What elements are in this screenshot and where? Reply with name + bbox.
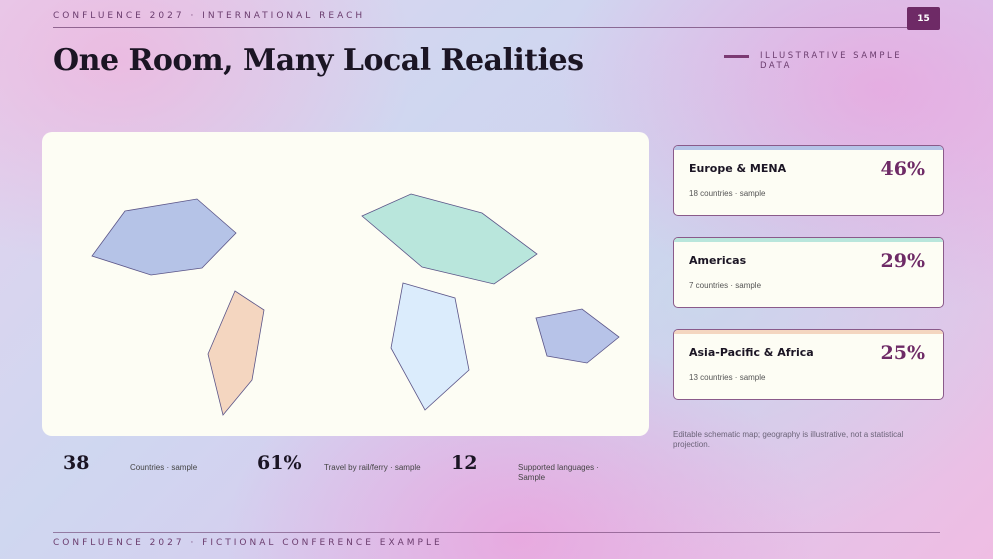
top-divider [53,27,940,28]
stat-countries-value: 38 [63,452,90,474]
slide-footer: CONFLUENCE 2027 · FICTIONAL CONFERENCE E… [53,538,443,548]
map-footnote: Editable schematic map; geography is ill… [673,430,904,449]
map-region-east [535,308,620,364]
stat-languages-label: Supported languages · Sample [518,463,599,482]
region-percentage: 29% [880,250,926,272]
region-name: Asia-Pacific & Africa [689,346,814,359]
tag-accent-line [724,55,749,58]
region-country-count: 18 countries · sample [689,189,766,198]
map-region-south-central [390,282,470,411]
stat-rail-ferry-label: Travel by rail/ferry · sample [324,463,421,472]
schematic-map-panel [42,132,649,436]
schematic-map [91,193,620,416]
region-name: Americas [689,254,747,267]
region-card-europe-mena: Europe & MENA 18 countries · sample 46% [673,145,944,216]
stat-rail-ferry-value: 61% [257,452,302,474]
region-name: Europe & MENA [689,162,787,175]
region-country-count: 13 countries · sample [689,373,766,382]
map-region-north-central [361,193,538,285]
sample-data-tag: ILLUSTRATIVE SAMPLE DATA [760,51,903,71]
region-accent-bar [674,146,943,150]
region-card-americas: Americas 7 countries · sample 29% [673,237,944,308]
slide-kicker: CONFLUENCE 2027 · INTERNATIONAL REACH [53,11,366,21]
region-percentage: 25% [880,342,926,364]
page-number-badge: 15 [907,7,940,30]
region-card-asia-pacific-africa: Asia-Pacific & Africa 13 countries · sam… [673,329,944,400]
map-region-southwest [207,290,265,416]
map-region-northwest [91,198,237,276]
bottom-divider [53,532,940,533]
region-percentage: 46% [880,158,926,180]
region-accent-bar [674,238,943,242]
stat-countries-label: Countries · sample [130,463,198,472]
slide-title: One Room, Many Local Realities [53,43,584,78]
stat-languages-value: 12 [451,452,478,474]
region-country-count: 7 countries · sample [689,281,762,290]
region-accent-bar [674,330,943,334]
